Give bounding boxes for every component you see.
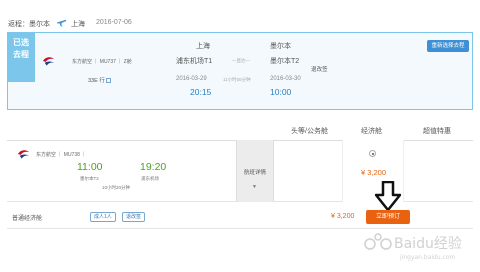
selected-to-city: 墨尔本: [270, 43, 291, 50]
selected-from-airport: 浦东机场T1: [176, 58, 213, 65]
return-destination: 上海: [71, 21, 85, 28]
svg-text:Baidu经验: Baidu经验: [394, 236, 462, 252]
china-eastern-logo-icon: [17, 150, 30, 159]
selected-from-city: 上海: [196, 43, 210, 50]
cabin-class-label: 普通经济舱: [12, 216, 43, 222]
flight-details-link[interactable]: 航班详情: [236, 168, 274, 176]
baidu-jingyan-watermark: Baidu经验 jingyan.baidu.com: [364, 233, 462, 261]
cabin-super-deal: 超值特惠: [423, 128, 451, 135]
economy-radio[interactable]: [369, 150, 376, 157]
selected-flight-card: [7, 32, 473, 110]
aircraft-type: 33E 行: [88, 76, 111, 84]
selected-duration: 11小时55分钟: [223, 77, 251, 82]
meal-icon: [105, 78, 111, 84]
selected-dep-time: 20:15: [190, 87, 212, 97]
book-now-button[interactable]: 立即预订: [366, 210, 410, 224]
cabin-economy: 经济舱: [361, 128, 382, 135]
tag-line-1: 已选: [13, 38, 29, 47]
selected-airline-info: 东方航空 ｜ MU737 ｜ Z舱: [72, 59, 132, 65]
return-date: 2016-07-06: [96, 19, 132, 26]
selected-arr-date: 2016-03-30: [270, 76, 301, 82]
flight-arr-airport: 浦东机场: [141, 176, 159, 181]
return-label: 返程：墨尔本: [8, 21, 50, 28]
refund-change-tag[interactable]: 退改签: [122, 212, 146, 222]
cabin-first-business: 头等/公务舱: [291, 128, 328, 135]
economy-price: ¥ 3,200: [361, 168, 387, 177]
svg-text:jingyan.baidu.com: jingyan.baidu.com: [399, 254, 456, 261]
flight-dep-time: 11:00: [77, 161, 103, 173]
refund-change-link[interactable]: 退改签: [311, 65, 328, 73]
passenger-tag[interactable]: 成人1人: [90, 212, 116, 222]
selected-to-airport: 墨尔本T2: [270, 58, 300, 65]
flight-duration: 10小时20分钟: [102, 185, 131, 190]
tag-line-2: 去程: [13, 50, 29, 59]
flight-dep-airport: 墨尔本T2: [80, 176, 99, 181]
aircraft-text: 33E 行: [88, 78, 105, 84]
china-eastern-logo-icon: [42, 57, 55, 66]
chevron-down-icon[interactable]: ▼: [252, 184, 257, 190]
selected-outbound-tag: 已选 去程: [7, 32, 35, 82]
flight-airline-info: 东方航空 ｜ MU738 ｜: [36, 152, 87, 158]
selected-arr-time: 10:00: [270, 87, 292, 97]
reselect-outbound-button[interactable]: 重新选择去程: [427, 40, 469, 52]
nonstop-label: —直达—: [232, 58, 250, 63]
selected-dep-date: 2016-03-29: [176, 76, 207, 82]
booking-price: ¥ 3,200: [331, 213, 355, 220]
flight-arr-time: 19:20: [140, 161, 167, 173]
plane-icon: [56, 19, 67, 27]
